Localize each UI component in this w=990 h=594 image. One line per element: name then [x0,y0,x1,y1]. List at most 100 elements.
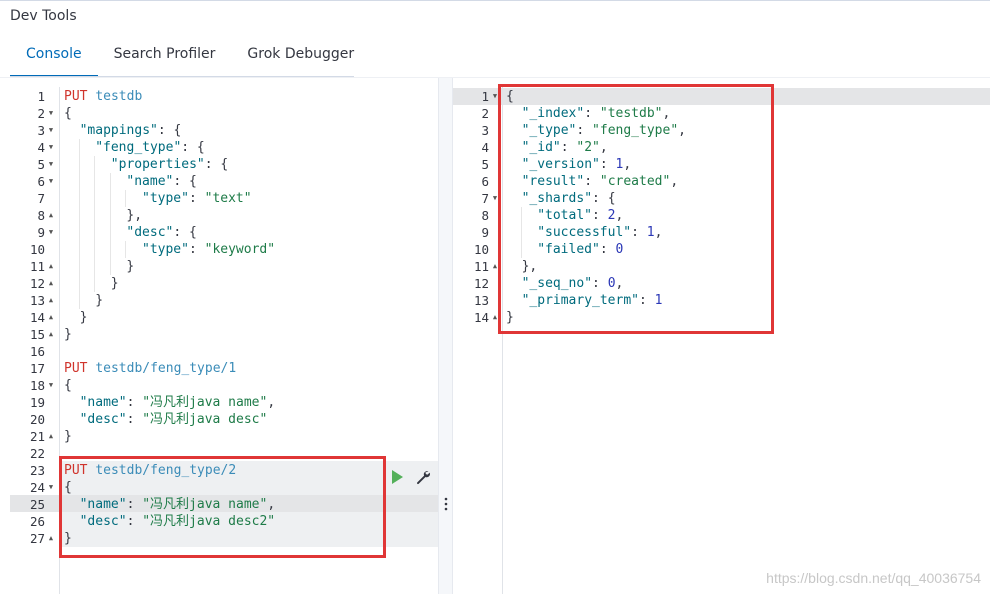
code-line[interactable]: 18 ▼ { [0,377,438,394]
fold-close-icon[interactable]: ▲ [46,428,56,445]
code-line[interactable]: 6 ▼ "name": { [0,173,438,190]
code-line[interactable]: 27 ▲} [0,530,438,547]
code-line[interactable]: 25 "name": "冯凡利java name", [0,496,438,513]
token-punct: : [126,395,143,410]
token-punct: , [623,157,632,172]
token-punct: } [79,310,88,325]
token-punct: , [678,123,686,138]
token-punct: , [670,174,679,189]
code-line[interactable]: 11 ▲} [0,258,438,275]
token-str: "testdb" [599,106,663,121]
token-punct: : [188,191,205,206]
tab-grok-debugger[interactable]: Grok Debugger [231,36,370,77]
pane-resizer[interactable] [438,78,453,594]
code-line[interactable]: 9 ▼ "desc": { [0,224,438,241]
code-line[interactable]: 21 ▲} [0,428,438,445]
line-number: 9 [481,225,489,240]
code-line[interactable]: 17 PUT testdb/feng_type/1 [0,360,438,377]
indent-guide [109,190,111,207]
code-line[interactable]: 11 ▲}, [453,258,990,275]
line-number: 14 [473,310,489,325]
kebab-icon[interactable] [443,496,449,512]
code-line[interactable]: 19 "name": "冯凡利java name", [0,394,438,411]
fold-open-icon[interactable]: ▼ [46,105,56,122]
fold-open-icon[interactable]: ▼ [46,122,56,139]
fold-open-icon[interactable]: ▼ [46,224,56,241]
token-key: "name" [79,395,127,410]
token-str: "冯凡利java desc2" [142,514,276,529]
fold-close-icon[interactable]: ▲ [46,530,56,547]
fold-close-icon[interactable]: ▲ [46,292,56,309]
code-line[interactable]: 8 "total": 2, [453,207,990,224]
fold-close-icon[interactable]: ▲ [46,326,56,343]
code-line[interactable]: 5 "_version": 1, [453,156,990,173]
tab-console[interactable]: Console [10,36,98,77]
code-text: "name": "冯凡利java name", [80,496,276,513]
code-line[interactable]: 1 PUT testdb [0,88,438,105]
code-line[interactable]: 4 ▼ "feng_type": { [0,139,438,156]
fold-open-icon[interactable]: ▼ [46,377,56,394]
line-number: 18 [29,378,45,393]
indent-guide [78,139,80,156]
code-line[interactable]: 8 ▲}, [0,207,438,224]
code-line[interactable]: 10 "failed": 0 [453,241,990,258]
line-number: 6 [481,174,489,189]
indent-guide [520,241,522,258]
code-line[interactable]: 3 ▼ "mappings": { [0,122,438,139]
line-number: 11 [473,259,489,274]
code-line[interactable]: 14 ▲} [0,309,438,326]
fold-open-icon[interactable]: ▼ [46,479,56,496]
code-line[interactable]: 7 "type": "text" [0,190,438,207]
code-text: } [64,428,72,445]
response-viewer[interactable]: 1 ▼{2 "_index": "testdb", 3 "_type": "feng_t… [453,84,990,594]
code-line[interactable]: 14 ▲} [453,309,990,326]
fold-close-icon[interactable]: ▲ [46,309,56,326]
line-number: 27 [29,531,45,546]
token-punct: : { [181,140,205,155]
tab-search-profiler[interactable]: Search Profiler [98,36,232,77]
fold-close-icon[interactable]: ▲ [46,258,56,275]
code-line[interactable]: 20 "desc": "冯凡利java desc" [0,411,438,428]
fold-open-icon[interactable]: ▼ [490,190,500,207]
code-line[interactable]: 4 "_id": "2", [453,139,990,156]
fold-close-icon[interactable]: ▲ [46,275,56,292]
code-text: "_primary_term": 1 [522,292,663,309]
code-line[interactable]: 24 ▼ { [0,479,438,496]
token-punct: , [662,106,671,121]
code-line[interactable]: 13 ▲} [0,292,438,309]
code-text: }, [522,258,538,275]
token-punct: : [126,412,143,427]
line-number: 1 [37,89,45,104]
code-line[interactable]: 2 ▼ { [0,105,438,122]
code-line[interactable]: 22 [0,445,438,462]
code-line[interactable]: 16 [0,343,438,360]
code-line[interactable]: 1 ▼ { [453,88,990,105]
fold-open-icon[interactable]: ▼ [46,156,56,173]
code-line[interactable]: 13 "_primary_term": 1 [453,292,990,309]
token-url: testdb/feng_type/1 [95,361,237,376]
code-line[interactable]: 10 "type": "keyword" [0,241,438,258]
fold-open-icon[interactable]: ▼ [490,88,500,105]
code-line[interactable]: 3 "_type": "feng_type", [453,122,990,139]
code-text: "desc": "冯凡利java desc2" [80,513,276,530]
code-line[interactable]: 9 "successful": 1, [453,224,990,241]
code-line[interactable]: 6 "result": "created", [453,173,990,190]
play-icon[interactable] [389,469,405,485]
code-line[interactable]: 12 ▲} [0,275,438,292]
code-line[interactable]: 2 "_index": "testdb", [453,105,990,122]
code-line[interactable]: 26 "desc": "冯凡利java desc2" [0,513,438,530]
fold-close-icon[interactable]: ▲ [490,309,500,326]
line-number: 3 [481,123,489,138]
code-line[interactable]: 5 ▼ "properties": { [0,156,438,173]
wrench-icon[interactable] [415,469,431,485]
fold-open-icon[interactable]: ▼ [46,173,56,190]
code-line[interactable]: 7 ▼ "_shards": { [453,190,990,207]
line-number: 4 [37,140,45,155]
fold-close-icon[interactable]: ▲ [490,258,500,275]
request-editor[interactable]: 1 PUT testdb 2 ▼{3 ▼ "mappings": {4 ▼ "feng_typ… [0,87,438,594]
fold-close-icon[interactable]: ▲ [46,207,56,224]
code-line[interactable]: 23 PUT testdb/feng_type/2 [0,462,438,479]
code-line[interactable]: 12 "_seq_no": 0, [453,275,990,292]
code-line[interactable]: 15 ▲} [0,326,438,343]
fold-open-icon[interactable]: ▼ [46,139,56,156]
